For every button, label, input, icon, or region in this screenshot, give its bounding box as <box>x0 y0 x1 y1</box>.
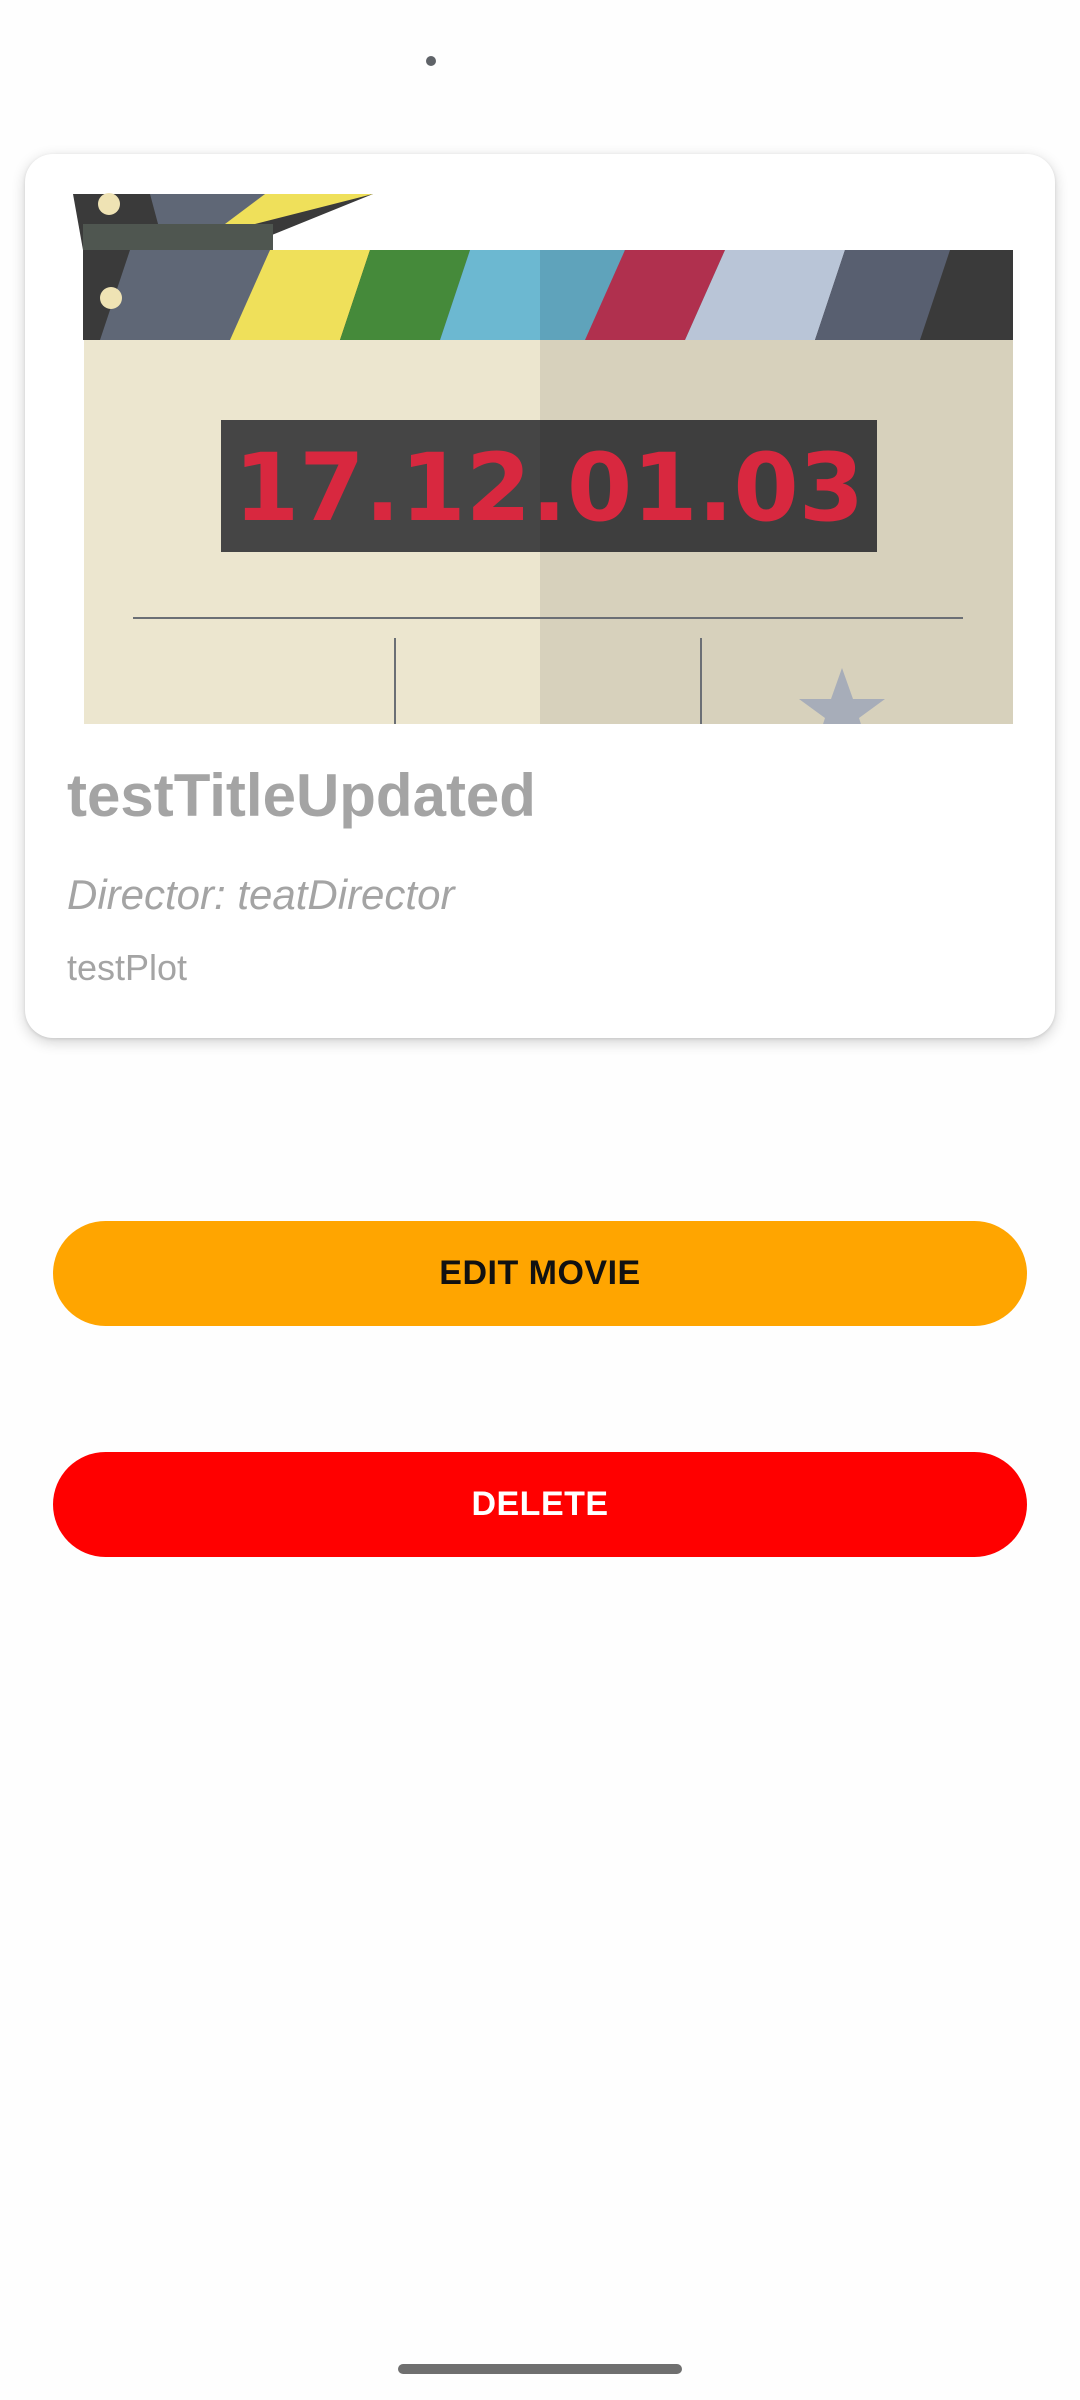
home-indicator[interactable] <box>398 2364 682 2374</box>
movie-plot: testPlot <box>67 947 188 988</box>
camera-dot <box>426 56 436 66</box>
movie-poster: 17.12.01.03 <box>25 154 1055 724</box>
clapperboard-image: 17.12.01.03 <box>73 193 1013 724</box>
movie-title: testTitleUpdated <box>67 762 536 829</box>
movie-director: Director: teatDirector <box>67 871 455 918</box>
delete-button[interactable]: DELETE <box>53 1452 1027 1557</box>
clapper-display-text: 17.12.01.03 <box>234 434 864 543</box>
movie-card: 17.12.01.03 testTitleUpdated Director: t… <box>25 154 1055 1038</box>
edit-movie-button[interactable]: EDIT MOVIE <box>53 1221 1027 1326</box>
